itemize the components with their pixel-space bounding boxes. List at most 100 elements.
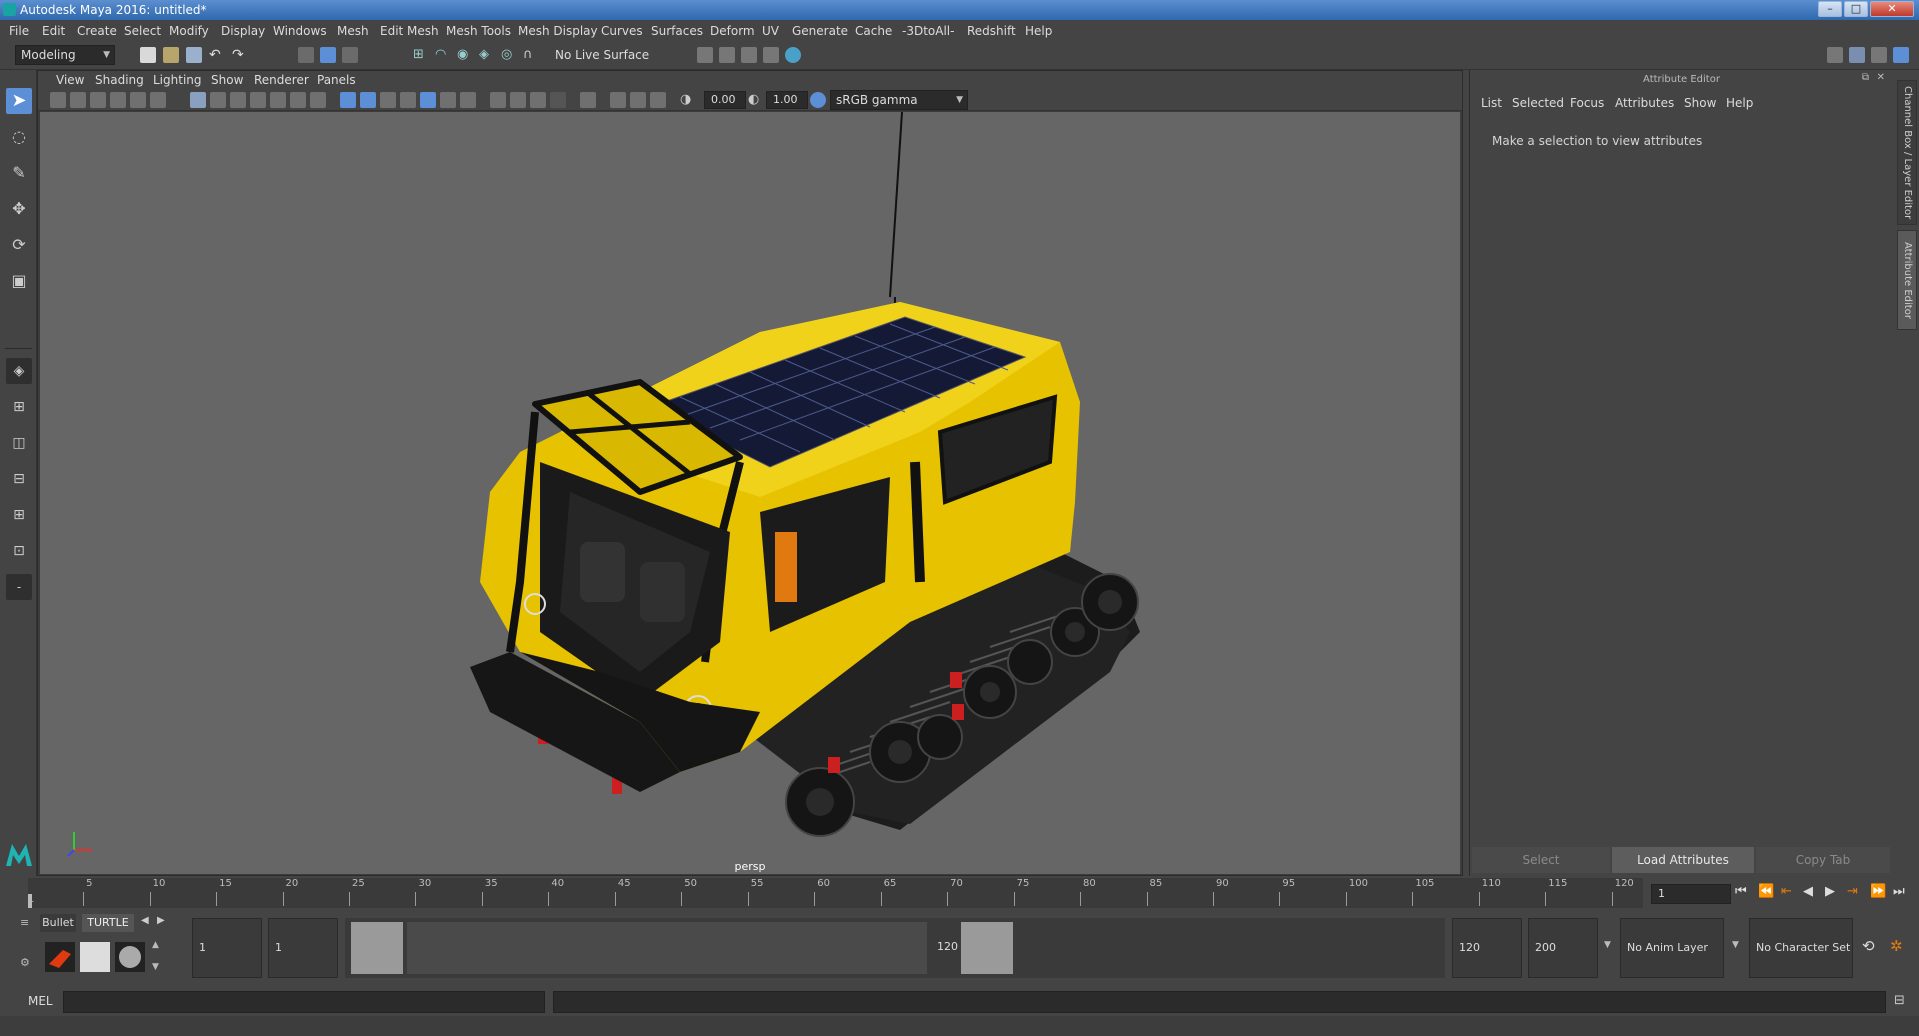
- float-panel-icon[interactable]: ⧉: [1862, 72, 1869, 83]
- menu-edit[interactable]: Edit: [42, 24, 65, 38]
- gate-mask-icon[interactable]: [250, 92, 266, 108]
- resolution-gate-icon[interactable]: [230, 92, 246, 108]
- menu-uv[interactable]: UV: [762, 24, 779, 38]
- ae-menu-attributes[interactable]: Attributes: [1615, 96, 1674, 110]
- move-tool-icon[interactable]: ✥: [6, 196, 32, 222]
- menu-create[interactable]: Create: [77, 24, 117, 38]
- minimize-button[interactable]: –: [1818, 1, 1842, 17]
- persp-graph-layout-icon[interactable]: ⊟: [6, 466, 32, 492]
- paint-select-tool-icon[interactable]: ✎: [6, 160, 32, 186]
- magnet-icon[interactable]: ∩: [523, 47, 539, 63]
- motion-blur-icon[interactable]: [510, 92, 526, 108]
- use-all-lights-icon[interactable]: [440, 92, 456, 108]
- menu-3dtoall[interactable]: -3DtoAll-: [902, 24, 954, 38]
- vp-menu-panels[interactable]: Panels: [317, 73, 356, 87]
- grease-pencil-icon[interactable]: [150, 92, 166, 108]
- modeling-toolkit-icon[interactable]: [1827, 47, 1843, 63]
- go-to-start-icon[interactable]: ⏮: [1735, 884, 1747, 899]
- attribute-editor-toggle-icon[interactable]: [1849, 47, 1865, 63]
- close-button[interactable]: ✕: [1870, 1, 1914, 17]
- vp-menu-lighting[interactable]: Lighting: [153, 73, 202, 87]
- playback-end-field[interactable]: 120: [1452, 918, 1522, 978]
- shelf-settings-icon[interactable]: ⚙: [20, 956, 30, 969]
- go-to-end-icon[interactable]: ⏭: [1893, 884, 1905, 899]
- snap-curve-icon[interactable]: ◠: [435, 47, 451, 63]
- play-forwards-icon[interactable]: ▶: [1825, 884, 1835, 899]
- select-tool-icon[interactable]: ➤: [6, 88, 32, 114]
- ae-select-button[interactable]: Select: [1472, 847, 1610, 873]
- attribute-editor-tab[interactable]: Attribute Editor: [1897, 230, 1917, 330]
- rotate-tool-icon[interactable]: ⟳: [6, 232, 32, 258]
- menu-mesh-display[interactable]: Mesh Display: [518, 24, 598, 38]
- menu-windows[interactable]: Windows: [273, 24, 327, 38]
- script-language-label[interactable]: MEL: [28, 994, 53, 1008]
- channel-box-tab[interactable]: Channel Box / Layer Editor: [1897, 80, 1917, 225]
- range-bar[interactable]: [407, 922, 927, 974]
- ae-menu-list[interactable]: List: [1481, 96, 1502, 110]
- xray-icon[interactable]: [610, 92, 626, 108]
- shelf-down-icon[interactable]: ▼: [152, 962, 159, 972]
- screen-space-ao-icon[interactable]: [490, 92, 506, 108]
- menu-mesh[interactable]: Mesh: [337, 24, 369, 38]
- snap-view-plane-icon[interactable]: ◈: [479, 47, 495, 63]
- perspective-viewport[interactable]: persp: [40, 112, 1460, 874]
- xray-joints-icon[interactable]: [630, 92, 646, 108]
- menu-help[interactable]: Help: [1025, 24, 1052, 38]
- vp-menu-shading[interactable]: Shading: [95, 73, 144, 87]
- use-default-material-icon[interactable]: [380, 92, 396, 108]
- field-chart-icon[interactable]: [270, 92, 286, 108]
- snap-live-icon[interactable]: ◎: [501, 47, 517, 63]
- animation-start-field[interactable]: 1: [192, 918, 262, 978]
- gamma-field[interactable]: 1.00: [766, 91, 808, 109]
- xray-components-icon[interactable]: [650, 92, 666, 108]
- select-by-hierarchy-icon[interactable]: [298, 47, 314, 63]
- ae-menu-help[interactable]: Help: [1726, 96, 1753, 110]
- save-scene-icon[interactable]: [186, 47, 202, 63]
- tool-settings-icon[interactable]: [1871, 47, 1887, 63]
- range-start-handle[interactable]: [351, 922, 403, 974]
- shelf-scroll-right-icon[interactable]: ▶: [157, 915, 165, 926]
- four-view-layout-icon[interactable]: ⊞: [6, 394, 32, 420]
- wireframe-on-shaded-icon[interactable]: [400, 92, 416, 108]
- auto-key-icon[interactable]: ⟲: [1862, 937, 1875, 955]
- menu-curves[interactable]: Curves: [601, 24, 643, 38]
- snap-grid-icon[interactable]: ⊞: [413, 47, 429, 63]
- menu-mesh-tools[interactable]: Mesh Tools: [446, 24, 511, 38]
- step-back-key-icon[interactable]: ⏪: [1758, 884, 1774, 899]
- redo-icon[interactable]: ↷: [232, 47, 248, 63]
- close-panel-icon[interactable]: ✕: [1877, 72, 1885, 83]
- ae-load-attributes-button[interactable]: Load Attributes: [1612, 847, 1754, 873]
- turtle-bake-icon[interactable]: [80, 942, 110, 972]
- grid-icon[interactable]: [190, 92, 206, 108]
- view-transform-dropdown[interactable]: sRGB gamma ▼: [830, 90, 968, 110]
- bookmark-icon[interactable]: [90, 92, 106, 108]
- textured-icon[interactable]: [420, 92, 436, 108]
- ipr-render-icon[interactable]: [741, 47, 757, 63]
- ae-copy-tab-button[interactable]: Copy Tab: [1756, 847, 1890, 873]
- outliner-persp-layout-icon[interactable]: ⊡: [6, 538, 32, 564]
- menu-surfaces[interactable]: Surfaces: [651, 24, 703, 38]
- open-scene-icon[interactable]: [163, 47, 179, 63]
- scale-tool-icon[interactable]: ▣: [6, 268, 32, 294]
- chevron-down-icon[interactable]: ▼: [1604, 940, 1611, 950]
- ae-menu-focus[interactable]: Focus: [1570, 96, 1604, 110]
- camera-attributes-icon[interactable]: [70, 92, 86, 108]
- ae-menu-selected[interactable]: Selected: [1512, 96, 1564, 110]
- play-backwards-icon[interactable]: ◀: [1803, 884, 1813, 899]
- range-end-handle[interactable]: [961, 922, 1013, 974]
- script-editor-icon[interactable]: ⊟: [1894, 993, 1905, 1008]
- isolate-select-icon[interactable]: [580, 92, 596, 108]
- menu-generate[interactable]: Generate: [792, 24, 848, 38]
- menu-display[interactable]: Display: [221, 24, 265, 38]
- film-gate-icon[interactable]: [210, 92, 226, 108]
- step-back-frame-icon[interactable]: ⇤: [1781, 884, 1792, 899]
- shelf-tab-bullet[interactable]: Bullet: [40, 914, 76, 932]
- exposure-field[interactable]: 0.00: [704, 91, 746, 109]
- hypershade-icon[interactable]: [763, 47, 779, 63]
- hypershade-layout-icon[interactable]: ⊞: [6, 502, 32, 528]
- anim-layer-field[interactable]: No Anim Layer: [1620, 918, 1724, 978]
- safe-action-icon[interactable]: [290, 92, 306, 108]
- smooth-shade-icon[interactable]: [360, 92, 376, 108]
- snap-point-icon[interactable]: ◉: [457, 47, 473, 63]
- menu-set-dropdown[interactable]: Modeling ▼: [15, 45, 115, 65]
